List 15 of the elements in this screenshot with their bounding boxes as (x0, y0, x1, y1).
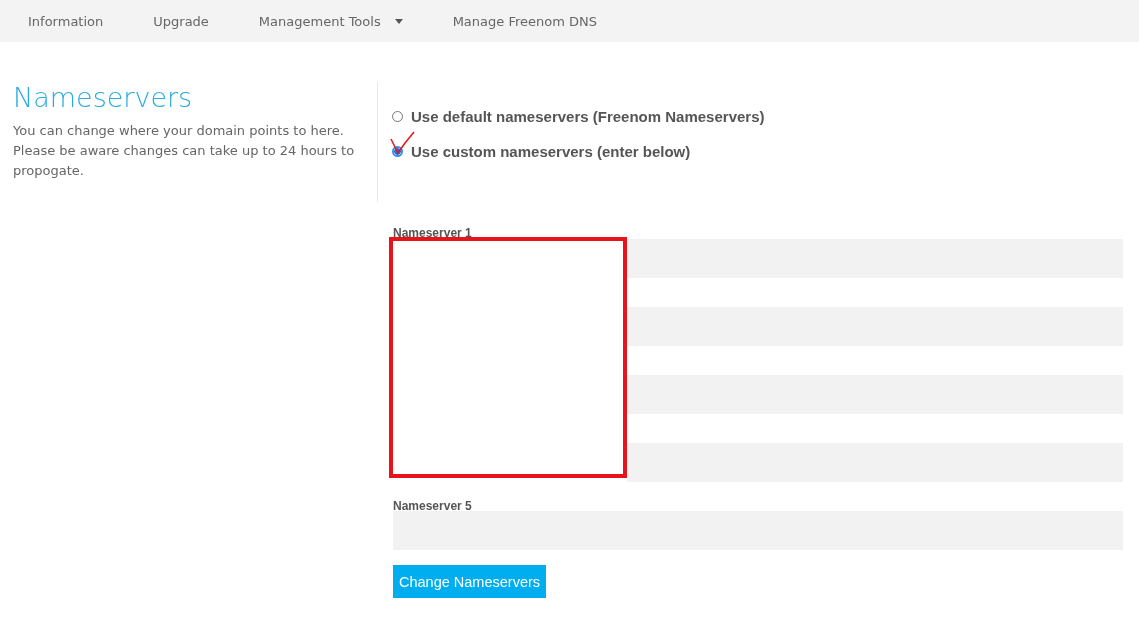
radio-label: Use custom nameservers (enter below) (411, 143, 691, 160)
field-label: Nameserver 5 (393, 499, 472, 513)
input-field[interactable] (627, 375, 1123, 414)
field-label: Nameserver 1 (393, 226, 472, 240)
input-field[interactable] (627, 239, 1123, 278)
nav-link[interactable]: Management Tools (233, 13, 428, 29)
input-field[interactable] (627, 443, 1123, 482)
nav-link[interactable]: Manage Freenom DNS (427, 13, 622, 29)
radio-label: Use default nameservers (Freenom Nameservers) (411, 108, 765, 125)
section-description: You can change where your domain points to here. Please be aware changes can take up to 24 hours to propogate. (13, 122, 356, 180)
section-title: Nameservers (13, 82, 194, 113)
nav-link[interactable]: Upgrade (128, 13, 234, 29)
nav-link[interactable]: Information (3, 13, 129, 29)
input-field[interactable] (627, 307, 1123, 346)
radio-button[interactable] (392, 146, 403, 157)
